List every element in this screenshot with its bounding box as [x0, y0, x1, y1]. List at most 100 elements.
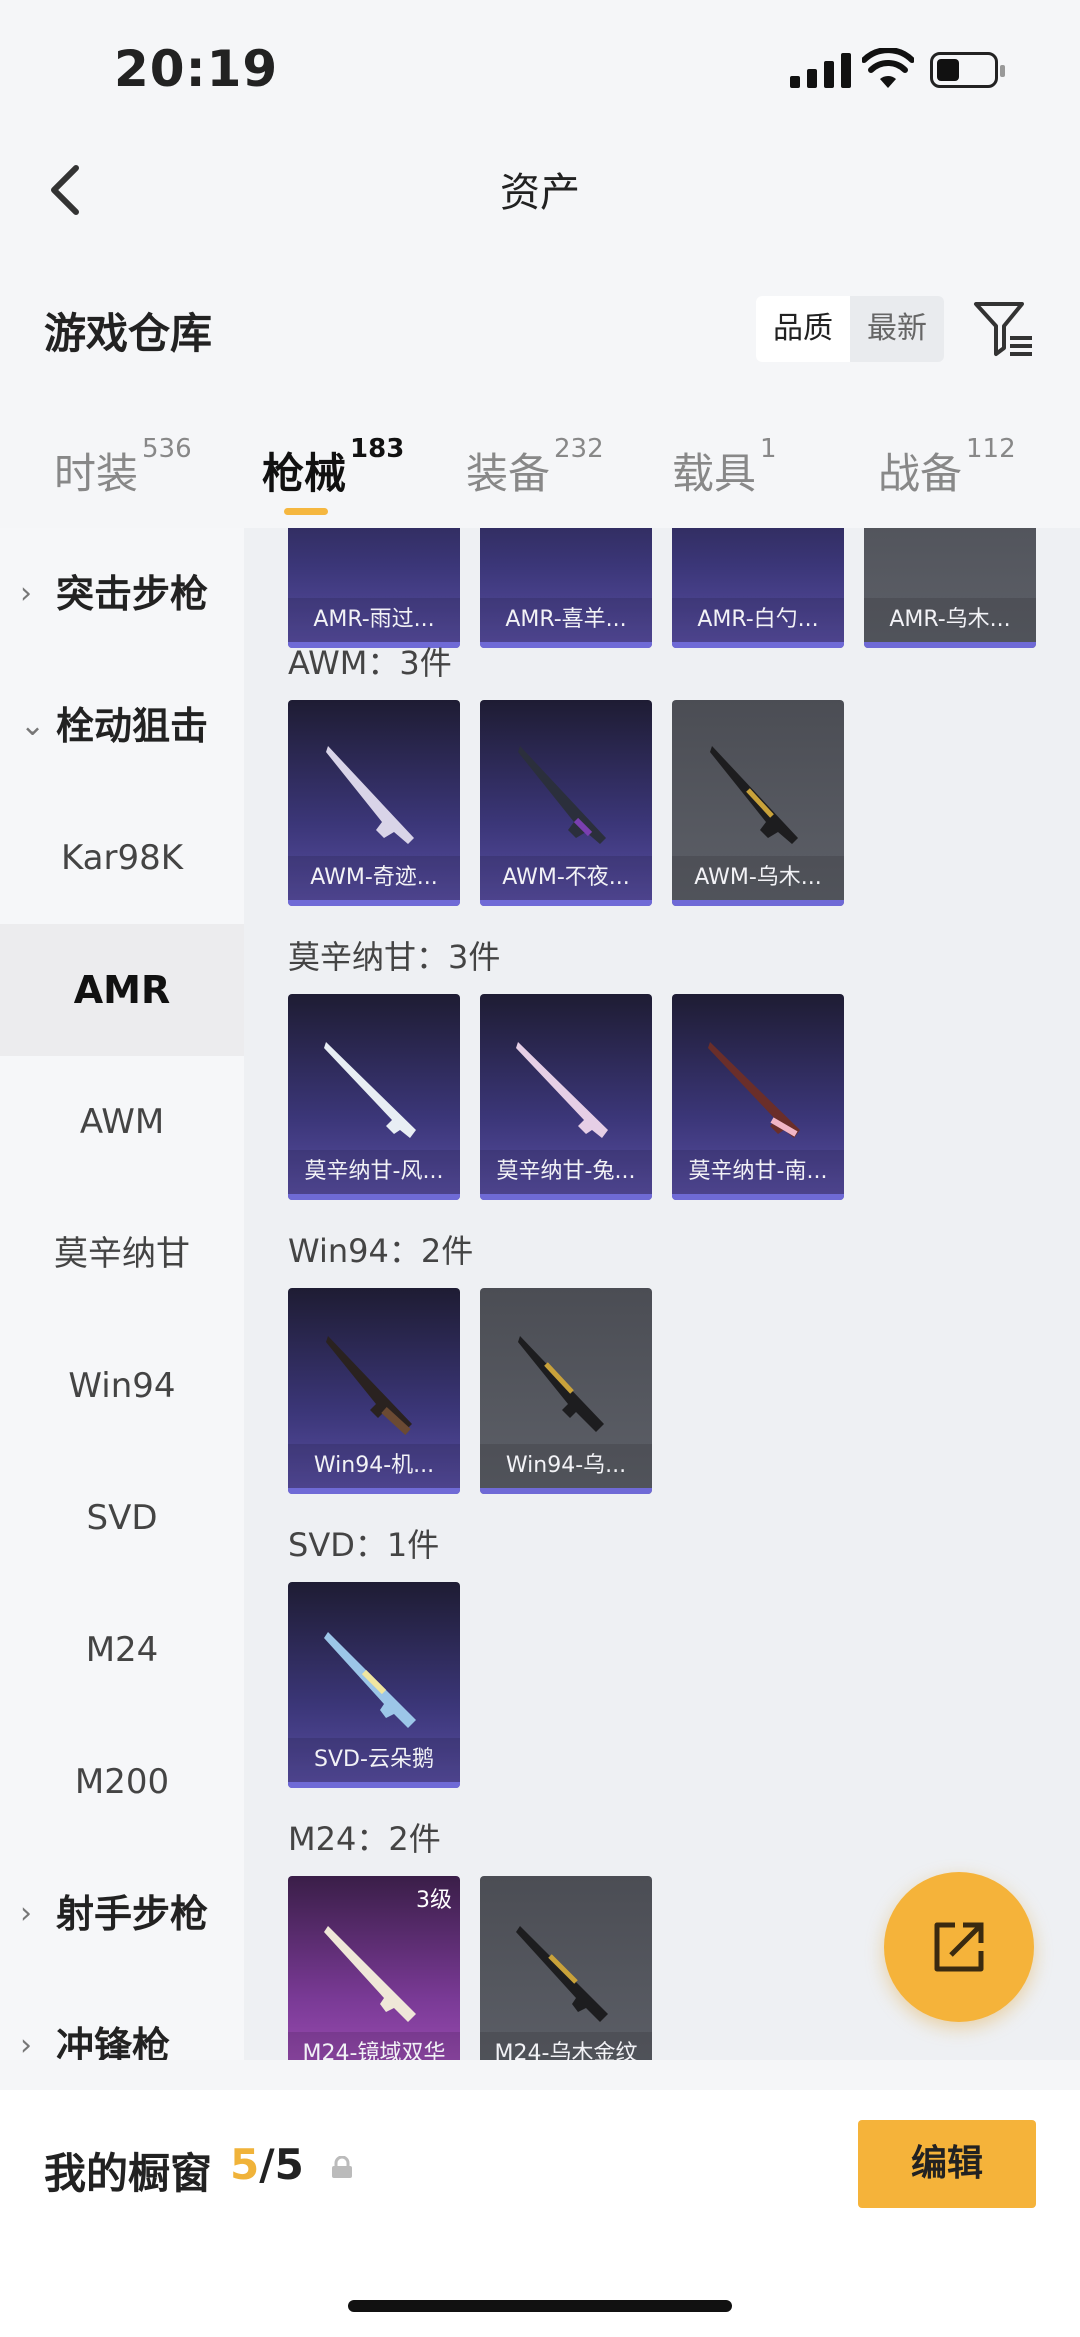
- rarity-bar: [288, 900, 460, 906]
- rarity-bar: [480, 642, 652, 648]
- rifle-icon: [516, 1926, 608, 2022]
- showcase-total: 5: [274, 2140, 304, 2189]
- chevron-right-icon: ›: [20, 1896, 32, 1931]
- weapon-card-label: M24-乌木金纹: [480, 2032, 652, 2060]
- sidebar-item-label: 栓动狙击: [56, 704, 209, 748]
- weapon-card[interactable]: Win94-乌...: [480, 1288, 652, 1494]
- weapon-card[interactable]: AWM-乌木...: [672, 700, 844, 906]
- sidebar-item-win94[interactable]: Win94: [0, 1320, 244, 1452]
- group-title-svd: SVD：1件: [288, 1526, 440, 1564]
- weapon-card[interactable]: AMR-白勺...: [672, 528, 844, 648]
- showcase-current: 5: [230, 2140, 260, 2189]
- rarity-bar: [288, 1488, 460, 1494]
- tab-count: 183: [350, 434, 405, 464]
- showcase-separator: /: [259, 2140, 275, 2189]
- tab-count: 536: [142, 434, 192, 464]
- cellular-signal-icon: [790, 52, 851, 88]
- rarity-bar: [672, 900, 844, 906]
- sidebar-item-m200[interactable]: M200: [0, 1716, 244, 1848]
- sidebar-item-label: 突击步枪: [56, 572, 209, 616]
- sort-quality-option[interactable]: 品质: [756, 296, 850, 362]
- wifi-icon: [862, 48, 914, 88]
- sort-toggle: 品质 最新: [756, 296, 944, 362]
- group-title-awm: AWM：3件: [288, 644, 452, 682]
- weapon-card-label: AMR-白勺...: [672, 598, 844, 642]
- weapon-card[interactable]: AWM-奇迹...: [288, 700, 460, 906]
- active-tab-indicator: [284, 508, 328, 515]
- rarity-bar: [672, 642, 844, 648]
- rifle-icon: [324, 1926, 416, 2022]
- weapon-sidebar: › 突击步枪 ⌄ 栓动狙击 Kar98K AMR AWM 莫辛纳甘 Win94 SV…: [0, 528, 244, 2060]
- showcase-bar: 我的橱窗 5/5 编辑: [0, 2090, 1080, 2337]
- rarity-bar: [480, 900, 652, 906]
- sidebar-item-bolt-action[interactable]: ⌄ 栓动狙击: [0, 660, 244, 792]
- status-bar: 20:19: [0, 0, 1080, 140]
- sidebar-item-assault-rifles[interactable]: › 突击步枪: [0, 528, 244, 660]
- lock-icon: [332, 2156, 352, 2178]
- chevron-left-icon[interactable]: [40, 160, 100, 220]
- weapon-card[interactable]: 莫辛纳甘-兔...: [480, 994, 652, 1200]
- tab-label: 枪械: [262, 449, 347, 498]
- rifle-icon: [518, 1336, 604, 1432]
- sidebar-item-svd[interactable]: SVD: [0, 1452, 244, 1584]
- weapon-card[interactable]: 莫辛纳甘-南...: [672, 994, 844, 1200]
- rifle-icon: [326, 1336, 412, 1435]
- app-root: 20:19 资产 游戏仓库 品质 最新 时装 536 枪械 183 装备 232 载具…: [0, 0, 1080, 2337]
- weapon-card-label: 莫辛纳甘-南...: [672, 1150, 844, 1194]
- rifle-icon: [518, 746, 606, 844]
- tab-equipment[interactable]: 装备 232: [466, 434, 604, 501]
- weapon-card[interactable]: M24-乌木金纹: [480, 1876, 652, 2060]
- showcase-label: 我的橱窗: [44, 2149, 213, 2198]
- showcase-count: 5/5: [230, 2140, 304, 2189]
- sidebar-item-kar98k[interactable]: Kar98K: [0, 792, 244, 924]
- weapon-card-label: AWM-奇迹...: [288, 856, 460, 900]
- battery-icon: [930, 52, 1005, 88]
- rifle-icon: [516, 1042, 608, 1138]
- sidebar-item-awm[interactable]: AWM: [0, 1056, 244, 1188]
- edit-button[interactable]: 编辑: [858, 2120, 1036, 2208]
- weapon-card[interactable]: AMR-喜羊...: [480, 528, 652, 648]
- weapon-card-label: Win94-机...: [288, 1444, 460, 1488]
- home-indicator: [348, 2300, 732, 2312]
- sort-latest-option[interactable]: 最新: [850, 296, 944, 362]
- status-time: 20:19: [114, 40, 279, 98]
- rarity-bar: [288, 1782, 460, 1788]
- chevron-right-icon: ›: [20, 576, 32, 611]
- weapon-card-label: 莫辛纳甘-兔...: [480, 1150, 652, 1194]
- weapon-card-label: AWM-乌木...: [672, 856, 844, 900]
- tab-label: 时装: [54, 449, 139, 498]
- tab-supplies[interactable]: 战备 112: [878, 434, 1016, 501]
- weapon-card[interactable]: 3级 M24-镜域双华: [288, 1876, 460, 2060]
- weapon-card-label: AMR-雨过...: [288, 598, 460, 642]
- weapon-card[interactable]: AMR-乌木...: [864, 528, 1036, 648]
- chevron-down-icon: ⌄: [20, 708, 46, 743]
- rarity-bar: [288, 1194, 460, 1200]
- tab-label: 装备: [466, 449, 551, 498]
- filter-icon[interactable]: [970, 296, 1036, 362]
- sidebar-item-m24[interactable]: M24: [0, 1584, 244, 1716]
- tab-firearms[interactable]: 枪械 183: [262, 434, 404, 501]
- sidebar-item-amr[interactable]: AMR: [0, 924, 244, 1056]
- rifle-icon: [710, 746, 798, 844]
- weapon-card[interactable]: AMR-雨过...: [288, 528, 460, 648]
- rifle-icon: [708, 1042, 800, 1138]
- weapon-card[interactable]: Win94-机...: [288, 1288, 460, 1494]
- sidebar-item-marksman-rifles[interactable]: › 射手步枪: [0, 1848, 244, 1980]
- weapon-card-label: 莫辛纳甘-风...: [288, 1150, 460, 1194]
- category-tabs: 时装 536 枪械 183 装备 232 载具 1 战备 112: [0, 420, 1080, 528]
- tab-vehicles[interactable]: 载具 1: [672, 434, 777, 501]
- rarity-bar: [864, 642, 1036, 648]
- weapon-card-label: M24-镜域双华: [288, 2032, 460, 2060]
- weapon-card[interactable]: 莫辛纳甘-风...: [288, 994, 460, 1200]
- tab-fashion[interactable]: 时装 536: [54, 434, 192, 501]
- weapon-card[interactable]: AWM-不夜...: [480, 700, 652, 906]
- group-title-m24: M24：2件: [288, 1820, 441, 1858]
- weapon-grid: AMR-雨过... AMR-喜羊... AMR-白勺... AMR-乌木... …: [244, 528, 1080, 2060]
- tab-count: 1: [760, 434, 777, 464]
- weapon-card[interactable]: SVD-云朵鹅: [288, 1582, 460, 1788]
- sidebar-item-label: 射手步枪: [56, 1892, 209, 1936]
- share-button[interactable]: [884, 1872, 1034, 2022]
- weapon-card-label: SVD-云朵鹅: [288, 1738, 460, 1782]
- sidebar-item-smg[interactable]: › 冲锋枪: [0, 1980, 244, 2060]
- sidebar-item-mosin[interactable]: 莫辛纳甘: [0, 1188, 244, 1320]
